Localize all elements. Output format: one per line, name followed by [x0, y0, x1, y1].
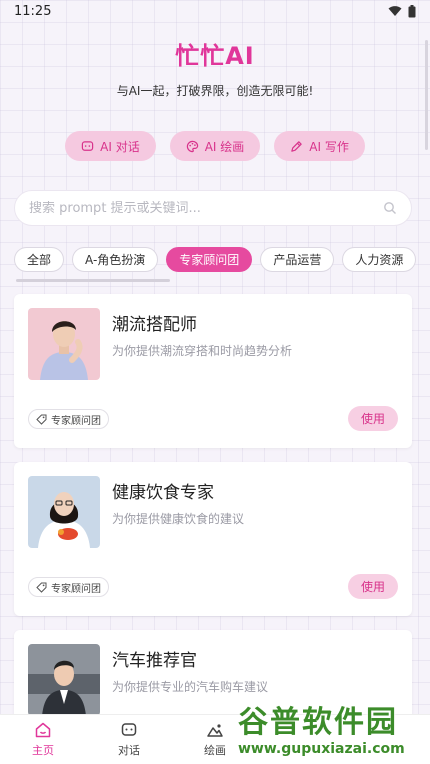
- app-title: 忙忙AI: [175, 42, 255, 70]
- avatar: [28, 308, 100, 380]
- status-bar: 11:25: [0, 0, 430, 22]
- card-tag: 专家顾问团: [28, 577, 109, 597]
- tab-chat-label: 对话: [118, 744, 140, 757]
- tag-icon: [36, 582, 47, 593]
- category-chip-roleplay[interactable]: A-角色扮演: [72, 247, 159, 272]
- category-chip-product[interactable]: 产品运营: [260, 247, 335, 272]
- chat-icon: [81, 140, 94, 151]
- image-icon: [207, 724, 223, 737]
- ai-drawing-button[interactable]: AI 绘画: [169, 131, 261, 161]
- search-icon[interactable]: [383, 201, 397, 215]
- palette-icon: [186, 140, 198, 152]
- app-subtitle: 与AI一起，打破界限，创造无限可能!: [116, 84, 314, 98]
- tab-chat[interactable]: 对话: [86, 715, 172, 764]
- battery-icon: [408, 4, 416, 17]
- card-title: 潮流搭配师: [112, 315, 197, 335]
- watermark: 谷普软件园 www.gupuxiazai.com: [228, 690, 430, 764]
- prompt-card[interactable]: 健康饮食专家 为你提供健康饮食的建议 专家顾问团 使用: [14, 462, 412, 616]
- mode-buttons: AI 对话 AI 绘画 AI 写作: [0, 131, 430, 161]
- card-tag-label: 专家顾问团: [51, 583, 101, 595]
- status-icons: [388, 4, 416, 18]
- use-button[interactable]: 使用: [348, 574, 398, 599]
- card-tag: 专家顾问团: [28, 409, 109, 429]
- card-title: 健康饮食专家: [112, 483, 214, 503]
- prompt-card[interactable]: 潮流搭配师 为你提供潮流穿搭和时尚趋势分析 专家顾问团 使用: [14, 294, 412, 448]
- home-icon: [35, 722, 51, 738]
- card-tag-label: 专家顾问团: [51, 415, 101, 427]
- category-chip-all[interactable]: 全部: [14, 247, 65, 272]
- search-bar: [14, 190, 412, 226]
- category-chip-expert[interactable]: 专家顾问团: [166, 247, 253, 272]
- pen-icon: [291, 140, 303, 152]
- watermark-url: www.gupuxiazai.com: [238, 741, 405, 757]
- card-title: 汽车推荐官: [112, 651, 197, 671]
- category-chip-hr[interactable]: 人力资源: [342, 247, 417, 272]
- ai-writing-label: AI 写作: [309, 139, 349, 154]
- category-scroll-indicator: [16, 279, 170, 282]
- tab-drawing-label: 绘画: [204, 744, 226, 757]
- category-chips: 全部 A-角色扮演 专家顾问团 产品运营 人力资源: [14, 247, 417, 272]
- ai-drawing-label: AI 绘画: [204, 139, 245, 154]
- use-button[interactable]: 使用: [348, 406, 398, 431]
- tab-home-label: 主页: [32, 744, 54, 757]
- tab-home[interactable]: 主页: [0, 715, 86, 764]
- card-description: 为你提供潮流穿搭和时尚趋势分析: [112, 344, 293, 358]
- card-description: 为你提供健康饮食的建议: [112, 512, 245, 526]
- ai-chat-button[interactable]: AI 对话: [65, 131, 156, 161]
- watermark-text: 谷普软件园: [238, 705, 398, 740]
- avatar: [28, 644, 100, 716]
- tag-icon: [36, 414, 47, 425]
- ai-chat-label: AI 对话: [100, 139, 140, 154]
- chat-icon: [121, 723, 137, 736]
- ai-writing-button[interactable]: AI 写作: [274, 131, 365, 161]
- avatar: [28, 476, 100, 548]
- wifi-icon: [388, 6, 402, 16]
- search-input[interactable]: [29, 200, 359, 216]
- status-time: 11:25: [14, 3, 52, 19]
